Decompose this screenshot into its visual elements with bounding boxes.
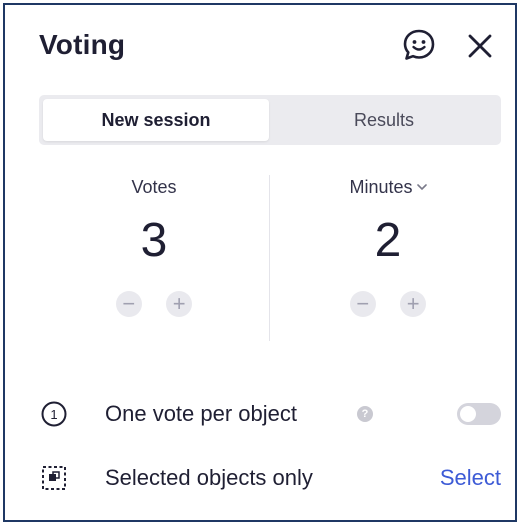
help-icon[interactable]: ? [357, 406, 373, 422]
session-tabs: New session Results [39, 95, 501, 145]
minutes-value: 2 [374, 214, 402, 267]
select-link[interactable]: Select [429, 463, 501, 493]
panel-title: Voting [39, 29, 126, 60]
chevron-down-icon[interactable] [416, 175, 427, 199]
toggle-knob [460, 406, 476, 422]
minutes-label: Minutes [349, 177, 413, 197]
minutes-label-row[interactable]: Minutes [273, 175, 503, 199]
one-vote-per-object-row: 1 One vote per object ? [39, 393, 501, 433]
votes-setting: Votes 3 − + [39, 175, 269, 319]
chat-smile-icon[interactable] [401, 27, 437, 63]
tab-new-session[interactable]: New session [43, 99, 269, 141]
votes-label: Votes [131, 177, 177, 197]
panel-header: Voting [5, 5, 515, 91]
votes-increment-button[interactable]: + [166, 291, 193, 317]
selected-objects-only-label: Selected objects only [105, 465, 313, 490]
minutes-stepper: − + [273, 291, 503, 319]
column-divider [269, 175, 270, 341]
one-vote-toggle[interactable] [457, 403, 501, 425]
votes-stepper: − + [39, 291, 269, 319]
one-vote-per-object-label: One vote per object [105, 401, 298, 426]
minutes-decrement-button[interactable]: − [349, 291, 376, 317]
selection-frame-icon [39, 463, 69, 493]
number-one-circle-icon: 1 [39, 399, 69, 429]
minutes-increment-button[interactable]: + [400, 291, 427, 317]
close-icon[interactable] [463, 29, 497, 63]
minutes-setting: Minutes 2 − + [273, 175, 503, 319]
votes-decrement-button[interactable]: − [115, 291, 142, 317]
svg-text:1: 1 [50, 407, 57, 422]
selected-objects-only-row: Selected objects only Select [39, 457, 501, 497]
tab-results[interactable]: Results [271, 99, 497, 141]
votes-value: 3 [140, 214, 168, 267]
voting-panel: Voting New session Results Votes 3 − + M… [3, 3, 517, 522]
